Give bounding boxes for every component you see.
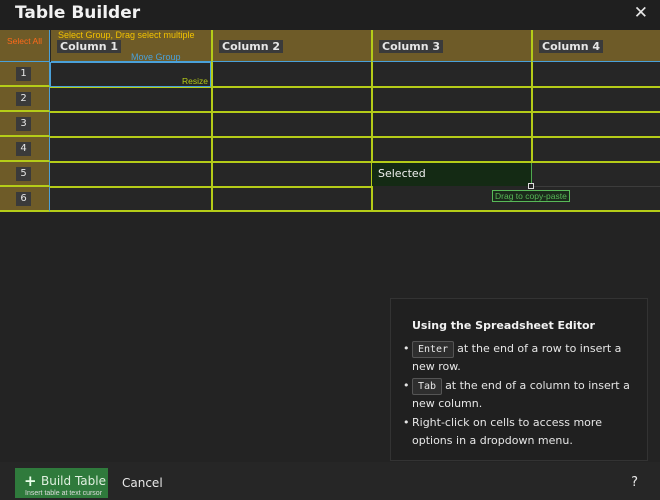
- column-header-label: Column 1: [57, 40, 122, 53]
- help-item: Right-click on cells to access more opti…: [403, 414, 631, 450]
- row-number: 4: [16, 142, 31, 156]
- move-group-hint[interactable]: Move Group: [131, 52, 181, 62]
- help-item-text: Right-click on cells to access more opti…: [412, 416, 602, 447]
- row-header-3[interactable]: 3: [0, 112, 50, 137]
- column-header-4[interactable]: Column 4: [531, 30, 660, 62]
- enter-key: Enter: [412, 341, 455, 358]
- dialog-title: Table Builder: [15, 3, 141, 23]
- help-title: Using the Spreadsheet Editor: [412, 319, 595, 332]
- help-item: Enterat the end of a row to insert a new…: [403, 340, 631, 376]
- build-table-button[interactable]: + Build Table Insert table at text curso…: [15, 468, 108, 498]
- selected-cell[interactable]: Selected: [372, 163, 532, 186]
- title-bar: Table Builder ✕: [0, 0, 660, 30]
- row-divider: [50, 136, 660, 138]
- dialog-footer: + Build Table Insert table at text curso…: [0, 462, 660, 500]
- resize-handle[interactable]: Resize: [182, 76, 208, 86]
- selected-cell-text: Selected: [378, 167, 426, 180]
- help-panel: Using the Spreadsheet Editor Enterat the…: [390, 298, 648, 461]
- row-header-6[interactable]: 6: [0, 187, 50, 212]
- help-list: Enterat the end of a row to insert a new…: [403, 340, 631, 450]
- column-header-2[interactable]: Column 2: [211, 30, 371, 62]
- cancel-button[interactable]: Cancel: [122, 476, 163, 490]
- column-header-label: Column 4: [539, 40, 604, 53]
- column-divider: [371, 62, 373, 212]
- fill-handle[interactable]: [528, 183, 534, 189]
- row-number: 2: [16, 92, 31, 106]
- spreadsheet-grid: Select All Column 1 Column 2 Column 3 Co…: [0, 30, 660, 212]
- row-number: 6: [16, 192, 31, 206]
- close-icon[interactable]: ✕: [634, 3, 648, 23]
- column-divider: [211, 62, 213, 212]
- column-header-label: Column 3: [379, 40, 444, 53]
- help-item: Tabat the end of a column to insert a ne…: [403, 377, 631, 413]
- build-table-sublabel: Insert table at text cursor: [25, 490, 103, 497]
- drag-copy-hint: Drag to copy-paste: [492, 190, 570, 202]
- help-item-text: at the end of a column to insert a new c…: [412, 379, 630, 410]
- tab-key: Tab: [412, 378, 443, 395]
- row-divider: [50, 111, 660, 113]
- row-header-2[interactable]: 2: [0, 87, 50, 112]
- column-header-label: Column 2: [219, 40, 284, 53]
- row-header-4[interactable]: 4: [0, 137, 50, 162]
- column-header-3[interactable]: Column 3: [371, 30, 531, 62]
- cell-r1-c1[interactable]: Resize: [50, 62, 211, 87]
- row-divider: [50, 210, 660, 212]
- row-number: 3: [16, 117, 31, 131]
- row-divider: [50, 161, 660, 163]
- build-table-label: Build Table: [41, 474, 106, 488]
- select-all-button[interactable]: Select All: [0, 30, 50, 62]
- row-header-1[interactable]: 1: [0, 62, 50, 87]
- column-divider: [531, 62, 533, 163]
- row-divider: [532, 186, 660, 187]
- row-header-5[interactable]: 5: [0, 162, 50, 187]
- help-icon[interactable]: ?: [631, 475, 638, 490]
- select-group-hint: Select Group, Drag select multiple: [58, 30, 195, 40]
- row-number: 5: [16, 167, 31, 181]
- row-number: 1: [16, 67, 31, 81]
- plus-icon: +: [24, 472, 37, 490]
